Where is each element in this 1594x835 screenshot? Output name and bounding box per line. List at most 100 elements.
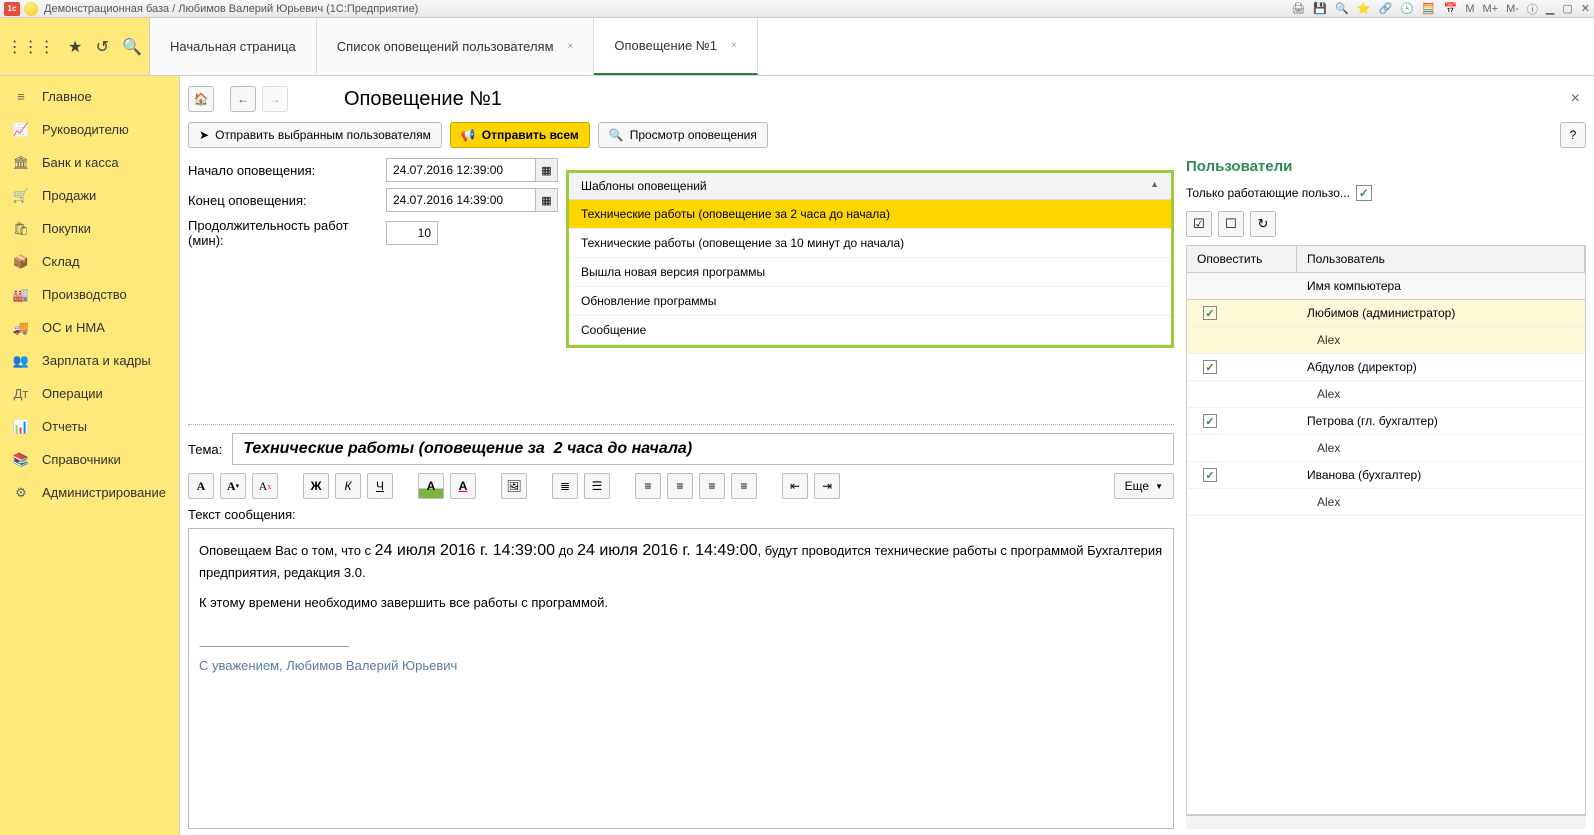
- msg-line2: К этому времени необходимо завершить все…: [199, 593, 1163, 613]
- sidebar-item-main[interactable]: ≡Главное: [0, 80, 179, 113]
- forward-button[interactable]: →: [262, 86, 288, 112]
- align-left-button[interactable]: ≡: [635, 473, 661, 499]
- send-all-button[interactable]: 📢 Отправить всем: [450, 122, 590, 148]
- people-icon: 👥: [12, 353, 30, 369]
- send-selected-button[interactable]: ➤ Отправить выбранным пользователям: [188, 122, 442, 148]
- page-close-button[interactable]: ×: [1565, 90, 1586, 108]
- align-right-button[interactable]: ≡: [699, 473, 725, 499]
- clear-format-button[interactable]: Ax: [252, 473, 278, 499]
- sidebar-item-hr[interactable]: 👥Зарплата и кадры: [0, 344, 179, 377]
- sidebar-label: Администрирование: [42, 485, 166, 500]
- image-button[interactable]: 🖼: [501, 473, 527, 499]
- dropdown-item[interactable]: Технические работы (оповещение за 10 мин…: [569, 229, 1171, 258]
- row-checkbox[interactable]: ✓: [1203, 414, 1217, 428]
- tab-notification-1[interactable]: Оповещение №1 ×: [594, 18, 757, 75]
- font-size-button[interactable]: A▾: [220, 473, 246, 499]
- sidebar-item-admin[interactable]: ⚙Администрирование: [0, 476, 179, 509]
- calendar-picker-icon[interactable]: ▦: [536, 158, 558, 182]
- dropdown-item[interactable]: Вышла новая версия программы: [569, 258, 1171, 287]
- tab-notifications-list[interactable]: Список оповещений пользователям ×: [317, 18, 595, 75]
- duration-input[interactable]: [386, 221, 438, 245]
- dropdown-item[interactable]: Технические работы (оповещение за 2 часа…: [569, 200, 1171, 229]
- sidebar-item-refs[interactable]: 📚Справочники: [0, 443, 179, 476]
- close-icon[interactable]: ×: [568, 41, 574, 52]
- highlight-button[interactable]: A: [418, 473, 444, 499]
- mplus-label[interactable]: M+: [1482, 3, 1498, 15]
- sidebar-item-production[interactable]: 🏭Производство: [0, 278, 179, 311]
- close-window-icon[interactable]: ✕: [1581, 2, 1590, 15]
- preview-button[interactable]: 🔍 Просмотр оповещения: [598, 122, 768, 148]
- bullet-list-button[interactable]: ≣: [552, 473, 578, 499]
- sidebar-item-warehouse[interactable]: 📦Склад: [0, 245, 179, 278]
- horizontal-scrollbar[interactable]: [1186, 815, 1586, 829]
- favorite-icon[interactable]: ★: [68, 37, 82, 57]
- info-icon[interactable]: ⓘ: [1527, 1, 1538, 17]
- report-icon: 📊: [12, 419, 30, 435]
- help-button[interactable]: ?: [1560, 122, 1586, 148]
- outdent-button[interactable]: ⇤: [782, 473, 808, 499]
- table-row[interactable]: ✓ Петрова (гл. бухгалтер): [1187, 408, 1585, 435]
- sidebar-label: Покупки: [42, 221, 91, 236]
- uncheck-all-button[interactable]: ☐: [1218, 211, 1244, 237]
- filter-checkbox[interactable]: ✓: [1356, 185, 1372, 201]
- underline-button[interactable]: Ч: [367, 473, 393, 499]
- align-justify-button[interactable]: ≡: [731, 473, 757, 499]
- indent-button[interactable]: ⇥: [814, 473, 840, 499]
- more-button[interactable]: Еще ▼: [1114, 473, 1174, 499]
- chevron-down-icon: ▼: [1155, 482, 1163, 491]
- sidebar-item-reports[interactable]: 📊Отчеты: [0, 410, 179, 443]
- check-all-button[interactable]: ☑: [1186, 211, 1212, 237]
- apps-icon[interactable]: ⋮⋮⋮: [7, 37, 55, 57]
- row-checkbox[interactable]: ✓: [1203, 468, 1217, 482]
- chevron-up-icon[interactable]: ▲: [1150, 179, 1159, 193]
- save-icon[interactable]: 💾: [1313, 2, 1327, 15]
- end-date-input[interactable]: [386, 188, 536, 212]
- print-icon[interactable]: 🖨: [1291, 2, 1305, 15]
- sidebar-item-purchases[interactable]: 🛍Покупки: [0, 212, 179, 245]
- start-date-input[interactable]: [386, 158, 536, 182]
- search-icon[interactable]: 🔍: [1335, 2, 1349, 15]
- mminus-label[interactable]: M-: [1506, 3, 1519, 15]
- home-button[interactable]: 🏠: [188, 86, 214, 112]
- subject-input[interactable]: [232, 433, 1174, 465]
- history-icon[interactable]: ↺: [96, 37, 109, 57]
- number-list-button[interactable]: ☰: [584, 473, 610, 499]
- calendar-picker-icon[interactable]: ▦: [536, 188, 558, 212]
- sidebar-item-operations[interactable]: ДтОперации: [0, 377, 179, 410]
- italic-button[interactable]: К: [335, 473, 361, 499]
- tab-start-page[interactable]: Начальная страница: [150, 18, 317, 75]
- calendar-icon[interactable]: 📅: [1444, 2, 1458, 15]
- dropdown-arrow-icon[interactable]: [24, 2, 38, 16]
- sidebar-item-bank[interactable]: 🏛Банк и касса: [0, 146, 179, 179]
- star-icon[interactable]: ⭐: [1357, 2, 1371, 15]
- message-editor[interactable]: Оповещаем Вас о том, что с 24 июля 2016 …: [188, 528, 1174, 829]
- textcolor-button[interactable]: A: [450, 473, 476, 499]
- dropdown-item[interactable]: Обновление программы: [569, 287, 1171, 316]
- link-icon[interactable]: 🔗: [1379, 2, 1393, 15]
- subject-label: Тема:: [188, 442, 222, 457]
- find-icon[interactable]: 🔍: [122, 37, 142, 57]
- sidebar-item-osnma[interactable]: 🚚ОС и НМА: [0, 311, 179, 344]
- close-icon[interactable]: ×: [731, 40, 737, 51]
- sidebar-item-sales[interactable]: 🛒Продажи: [0, 179, 179, 212]
- clock-icon[interactable]: 🕓: [1400, 2, 1414, 15]
- table-row[interactable]: ✓ Абдулов (директор): [1187, 354, 1585, 381]
- minimize-icon[interactable]: ▁: [1546, 2, 1554, 15]
- row-checkbox[interactable]: ✓: [1203, 306, 1217, 320]
- m-label[interactable]: M: [1465, 3, 1474, 15]
- align-center-button[interactable]: ≡: [667, 473, 693, 499]
- table-row[interactable]: ✓ Иванова (бухгалтер): [1187, 462, 1585, 489]
- bold-button[interactable]: Ж: [303, 473, 329, 499]
- back-button[interactable]: ←: [230, 86, 256, 112]
- dropdown-item[interactable]: Сообщение: [569, 316, 1171, 345]
- font-button[interactable]: A: [188, 473, 214, 499]
- subject-row: Тема:: [188, 433, 1174, 465]
- calc-icon[interactable]: 🧮: [1422, 2, 1436, 15]
- refresh-button[interactable]: ↻: [1250, 211, 1276, 237]
- maximize-icon[interactable]: ▢: [1562, 2, 1572, 15]
- table-row[interactable]: ✓ Любимов (администратор): [1187, 300, 1585, 327]
- sidebar-item-manager[interactable]: 📈Руководителю: [0, 113, 179, 146]
- sidebar-label: Склад: [42, 254, 80, 269]
- row-checkbox[interactable]: ✓: [1203, 360, 1217, 374]
- dropdown-header: Шаблоны оповещений ▲: [569, 173, 1171, 200]
